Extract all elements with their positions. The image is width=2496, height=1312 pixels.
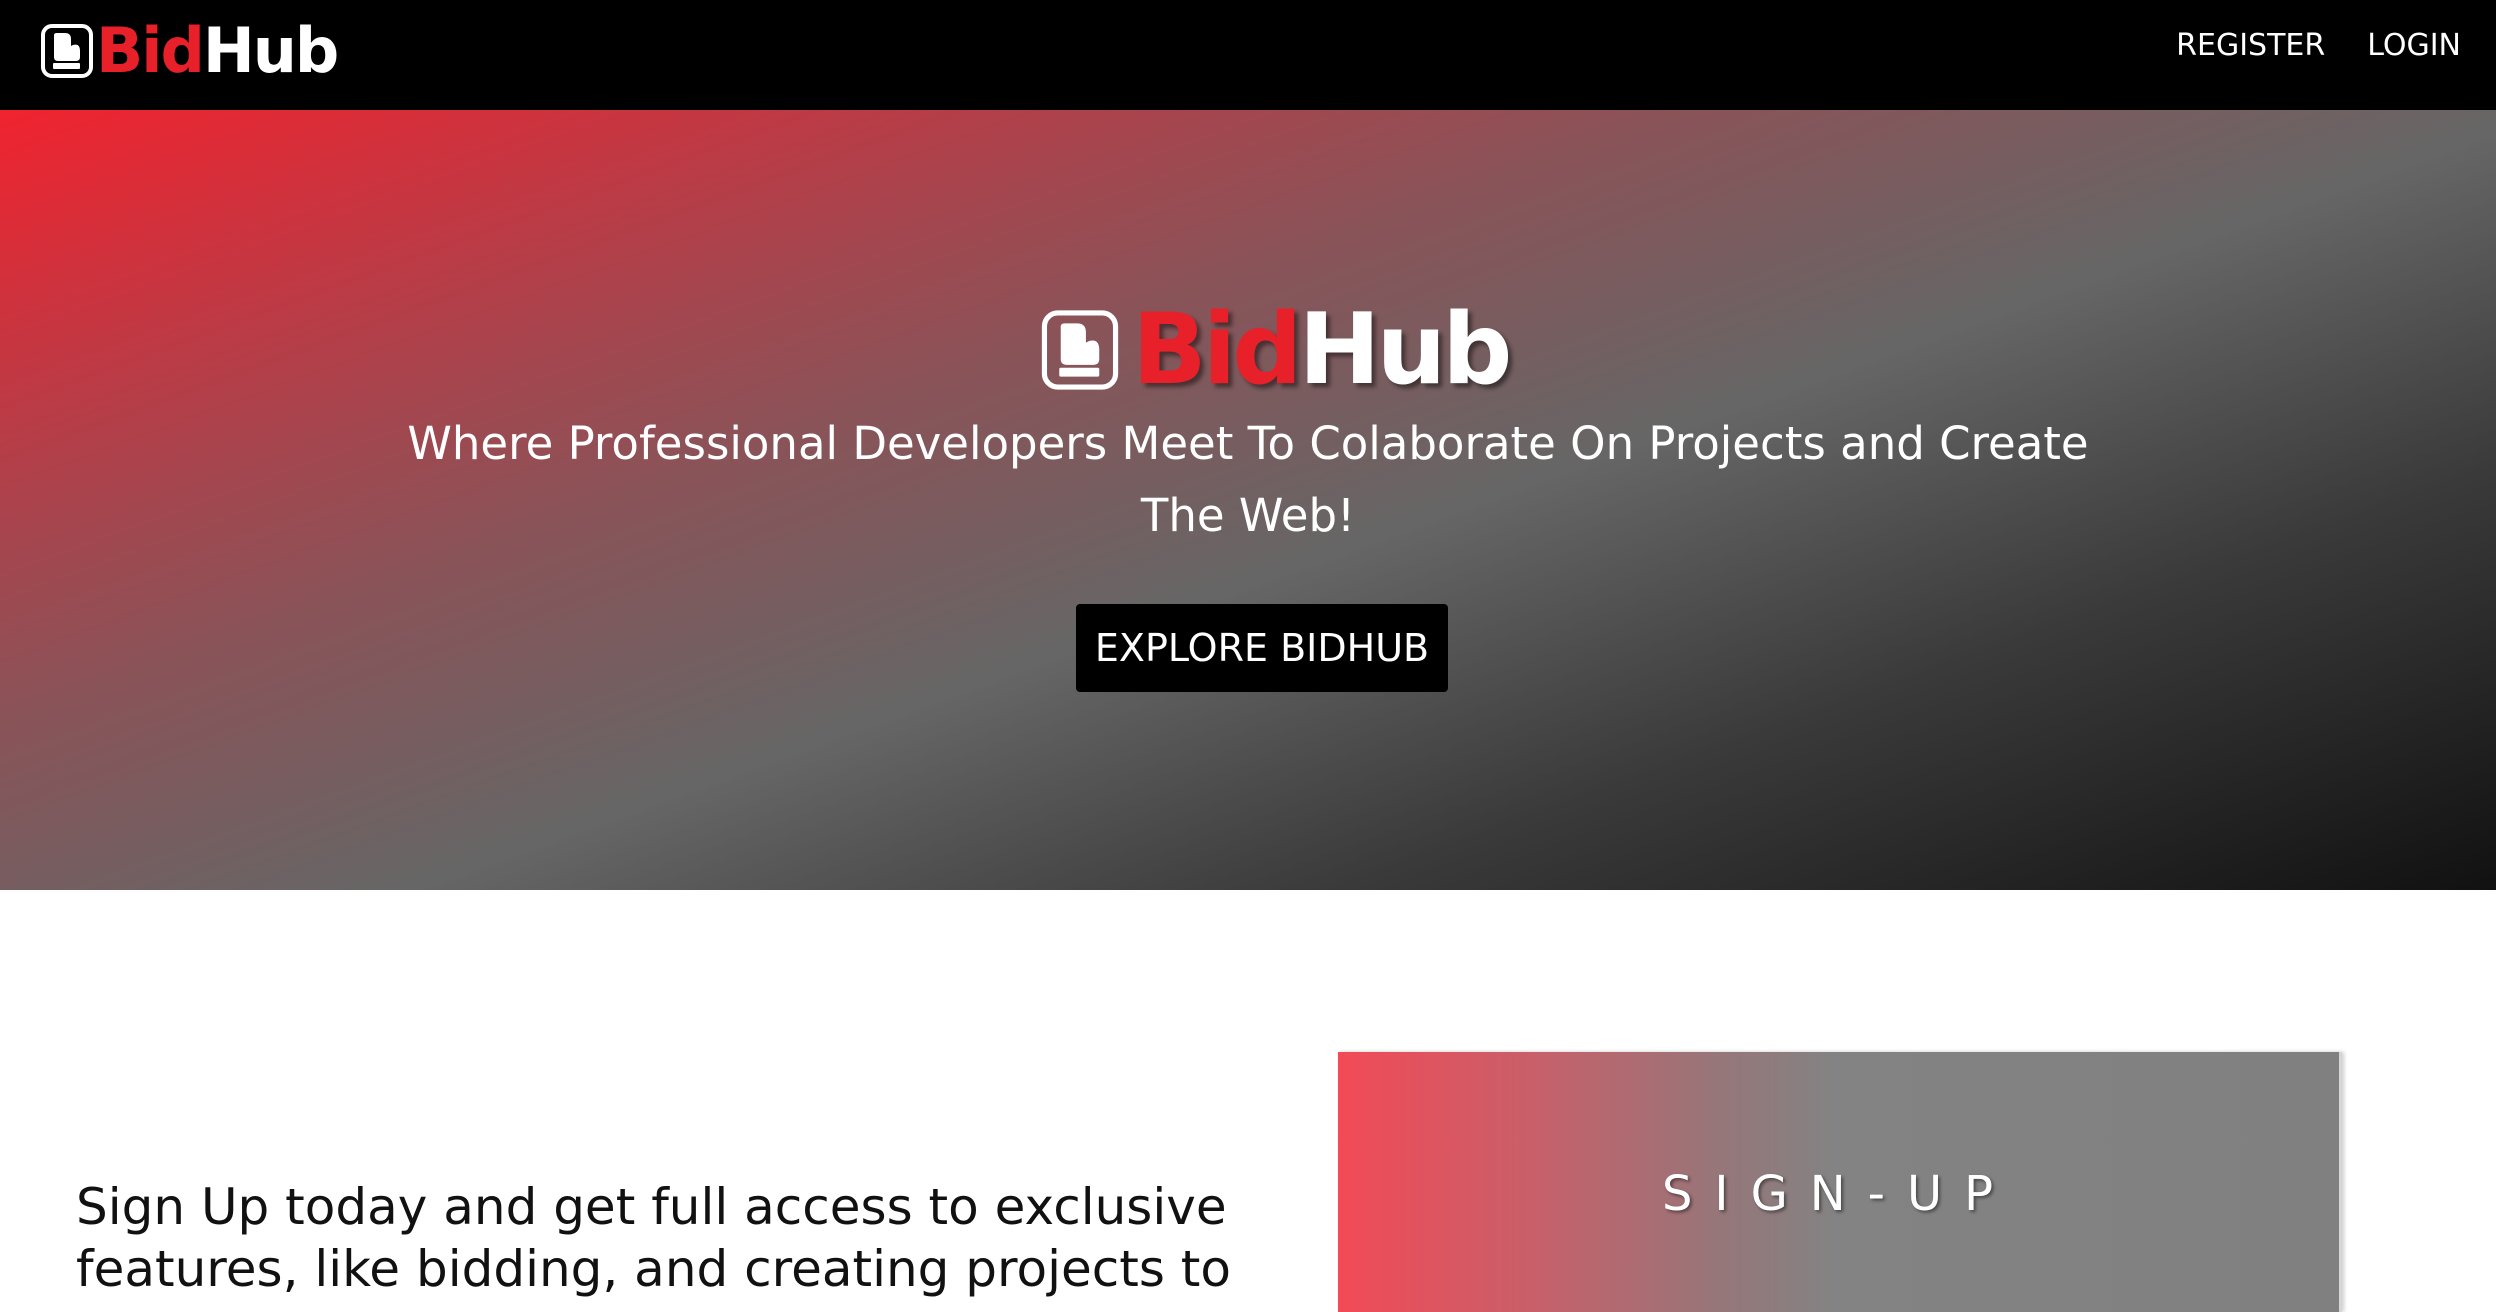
register-link[interactable]: REGISTER xyxy=(2176,24,2325,68)
signup-card-title: SIGN-UP xyxy=(1661,1166,2016,1222)
hero-tagline: Where Professional Developers Meet To Co… xyxy=(407,417,2089,542)
explore-bidhub-button[interactable]: EXPLORE BIDHUB xyxy=(1076,604,1448,692)
navbar-links: REGISTER LOGIN xyxy=(2176,24,2461,68)
brand-hub-text: Hub xyxy=(1298,293,1512,407)
login-link[interactable]: LOGIN xyxy=(2367,24,2461,68)
signup-description: Sign Up today and get full access to exc… xyxy=(76,1178,1231,1298)
brand-bid-text: Bid xyxy=(96,14,205,87)
brand-hub-text: Hub xyxy=(202,14,339,87)
signup-card: SIGN-UP xyxy=(1338,1052,2342,1312)
hero-section: BidHub Where Professional Developers Mee… xyxy=(0,110,2496,890)
oven-mitt-icon xyxy=(1041,310,1119,390)
hero-brand-text: BidHub xyxy=(1132,300,1512,400)
navbar: BidHub REGISTER LOGIN xyxy=(0,0,2496,110)
hero-brand: BidHub xyxy=(1040,300,1512,400)
oven-mitt-icon xyxy=(41,24,93,78)
navbar-brand-link[interactable]: BidHub xyxy=(40,18,339,84)
brand-bid-text: Bid xyxy=(1132,293,1302,407)
navbar-brand-text: BidHub xyxy=(96,18,339,84)
